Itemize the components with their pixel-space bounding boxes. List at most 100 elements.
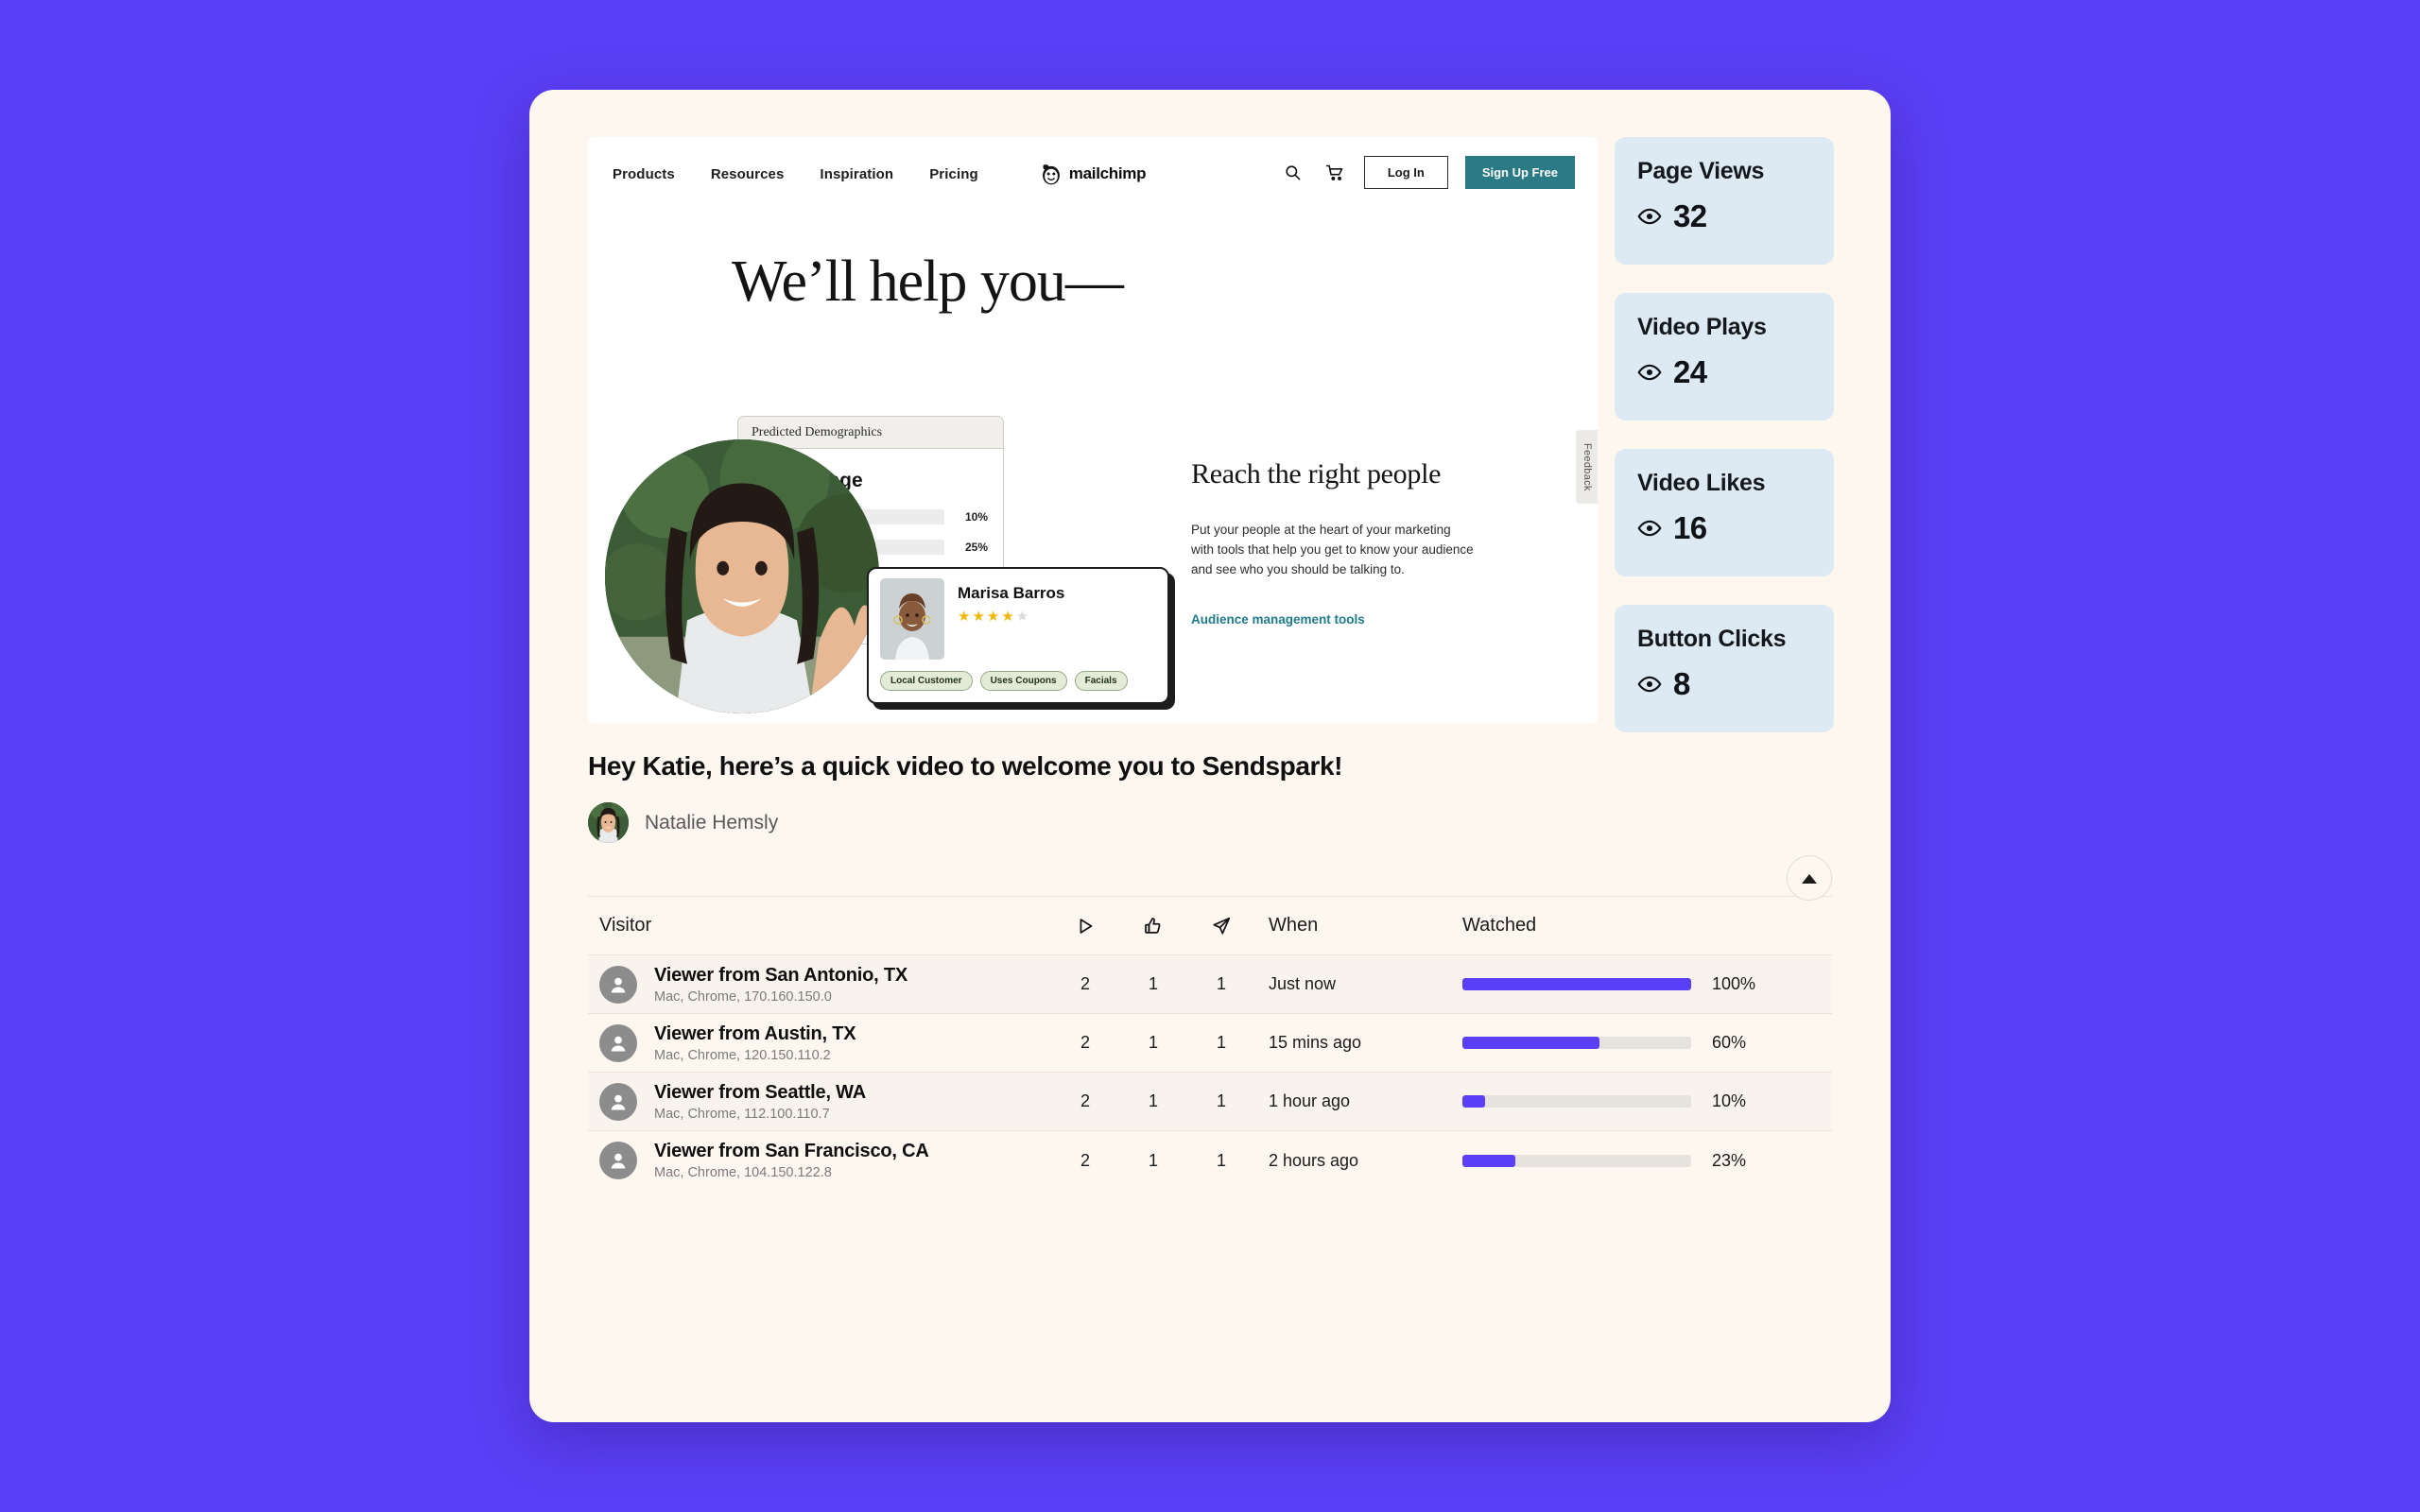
header-cell-watched: Watched (1459, 915, 1832, 936)
collapse-toggle-button[interactable] (1787, 855, 1832, 901)
mailchimp-signup-button[interactable]: Sign Up Free (1464, 156, 1575, 189)
watched-percent: 10% (1712, 1091, 1747, 1110)
visitor-plays: 2 (1080, 1091, 1090, 1110)
visitor-meta: Mac, Chrome, 112.100.110.7 (654, 1106, 830, 1122)
progress-bar-track (1462, 1154, 1691, 1167)
person-icon (599, 1142, 637, 1179)
stat-card-page-views[interactable]: Page Views 32 (1615, 137, 1834, 265)
header-cell-when: When (1255, 915, 1459, 936)
review-customer-photo (880, 578, 944, 660)
visitors-table: Visitor When Watched Viewer from San Ant… (588, 896, 1832, 1190)
mailchimp-logo[interactable]: mailchimp (1040, 162, 1146, 186)
visitor-likes: 1 (1148, 974, 1158, 993)
feedback-tab[interactable]: Feedback (1576, 430, 1598, 504)
thumbs-up-icon (1145, 917, 1161, 934)
video-preview-region: Products Resources Inspiration Pricing m… (529, 90, 1891, 732)
watched-percent: 60% (1712, 1033, 1747, 1052)
author-row: Natalie Hemsly (588, 802, 1891, 843)
visitor-cell: Viewer from Austin, TX Mac, Chrome, 120.… (588, 1023, 1051, 1063)
author-portrait (588, 802, 629, 843)
review-customer-name: Marisa Barros (958, 584, 1065, 602)
person-icon (599, 965, 637, 1004)
visitor-when: 2 hours ago (1269, 1150, 1359, 1170)
table-row[interactable]: Viewer from San Antonio, TX Mac, Chrome,… (588, 955, 1832, 1014)
marketing-copy-block: Reach the right people Put your people a… (1191, 458, 1475, 628)
visitor-clicks: 1 (1216, 1033, 1226, 1052)
watched-percent: 100% (1712, 974, 1756, 993)
stats-column: Page Views 32 Video Plays 24 Video Likes… (1615, 137, 1834, 732)
review-tag: Uses Coupons (979, 671, 1067, 691)
review-card-top: Marisa Barros ★★★★★ (869, 569, 1167, 660)
video-details-section: Hey Katie, here’s a quick video to welco… (529, 751, 1891, 1190)
visitor-name: Viewer from San Francisco, CA (654, 1141, 929, 1161)
eye-icon (1637, 520, 1662, 537)
cursor-arrow-icon (1213, 917, 1231, 935)
nav-link-inspiration[interactable]: Inspiration (820, 166, 893, 182)
visitor-watched: 10% (1459, 1091, 1832, 1111)
mailchimp-headline: We’ll help you— (732, 249, 1124, 314)
page-title: Hey Katie, here’s a quick video to welco… (588, 751, 1343, 781)
visitor-likes: 1 (1148, 1033, 1158, 1052)
mailchimp-navbar: Products Resources Inspiration Pricing m… (588, 137, 1598, 211)
table-row[interactable]: Viewer from San Francisco, CA Mac, Chrom… (588, 1131, 1832, 1190)
table-row[interactable]: Viewer from Austin, TX Mac, Chrome, 120.… (588, 1014, 1832, 1073)
progress-bar-track (1462, 1037, 1691, 1049)
progress-bar-fill (1462, 1037, 1600, 1049)
visitor-clicks: 1 (1216, 1150, 1226, 1170)
stat-value: 8 (1673, 666, 1690, 701)
progress-bar-fill (1462, 978, 1691, 990)
visitor-meta: Mac, Chrome, 170.160.150.0 (654, 988, 832, 1005)
review-tag: Facials (1074, 671, 1128, 691)
caret-up-icon (1802, 873, 1817, 884)
header-cell-visitor: Visitor (588, 915, 1051, 936)
table-row[interactable]: Viewer from Seattle, WA Mac, Chrome, 112… (588, 1073, 1832, 1131)
progress-bar-track (1462, 1095, 1691, 1108)
visitor-name: Viewer from Seattle, WA (654, 1081, 866, 1103)
page-root: Products Resources Inspiration Pricing m… (0, 0, 2420, 1512)
visitor-plays: 2 (1080, 974, 1090, 993)
review-tag-list: Local Customer Uses Coupons Facials (869, 660, 1167, 691)
visitor-cell: Viewer from Seattle, WA Mac, Chrome, 112… (588, 1082, 1051, 1122)
customer-review-card: Marisa Barros ★★★★★ Local Customer Uses … (867, 567, 1169, 704)
presenter-video-bubble[interactable] (605, 439, 879, 713)
table-header-row: Visitor When Watched (588, 897, 1832, 955)
progress-bar-fill (1462, 1095, 1486, 1108)
visitor-name: Viewer from San Antonio, TX (654, 964, 908, 986)
eye-icon (1637, 208, 1662, 225)
demographics-bar-value: 10% (964, 510, 988, 524)
stat-label: Button Clicks (1637, 626, 1787, 652)
presenter-portrait (605, 439, 879, 713)
search-icon[interactable] (1281, 161, 1305, 185)
nav-link-resources[interactable]: Resources (711, 166, 785, 182)
marketing-copy-heading: Reach the right people (1191, 458, 1442, 490)
audience-management-link[interactable]: Audience management tools (1191, 612, 1365, 627)
cart-icon[interactable] (1322, 161, 1347, 185)
nav-link-pricing[interactable]: Pricing (929, 166, 978, 182)
person-icon (599, 1023, 637, 1062)
visitor-likes: 1 (1148, 1091, 1158, 1110)
progress-bar-track (1462, 978, 1691, 990)
video-embed-panel[interactable]: Products Resources Inspiration Pricing m… (588, 137, 1598, 723)
eye-icon (1637, 676, 1662, 693)
demographics-bar-value: 25% (964, 541, 988, 554)
visitor-clicks: 1 (1216, 974, 1226, 993)
stat-card-video-likes[interactable]: Video Likes 16 (1615, 449, 1834, 576)
stat-value: 32 (1673, 198, 1707, 233)
stat-card-video-plays[interactable]: Video Plays 24 (1615, 293, 1834, 421)
column-header-watched: Watched (1462, 915, 1537, 936)
visitor-when: 15 mins ago (1269, 1033, 1362, 1052)
author-name: Natalie Hemsly (645, 811, 779, 833)
visitor-likes: 1 (1148, 1150, 1158, 1170)
visitor-when: Just now (1269, 974, 1337, 993)
play-icon (1080, 918, 1093, 934)
review-star-rating: ★★★★★ (958, 609, 1031, 625)
column-header-visitor: Visitor (599, 915, 652, 936)
stat-label: Video Plays (1637, 314, 1767, 340)
mailchimp-monkey-icon (1043, 164, 1060, 185)
visitor-meta: Mac, Chrome, 120.150.110.2 (654, 1047, 831, 1063)
nav-link-products[interactable]: Products (613, 166, 675, 182)
stat-label: Video Likes (1637, 470, 1766, 496)
visitor-watched: 100% (1459, 974, 1832, 994)
mailchimp-login-button[interactable]: Log In (1363, 156, 1448, 189)
stat-card-button-clicks[interactable]: Button Clicks 8 (1615, 605, 1834, 732)
